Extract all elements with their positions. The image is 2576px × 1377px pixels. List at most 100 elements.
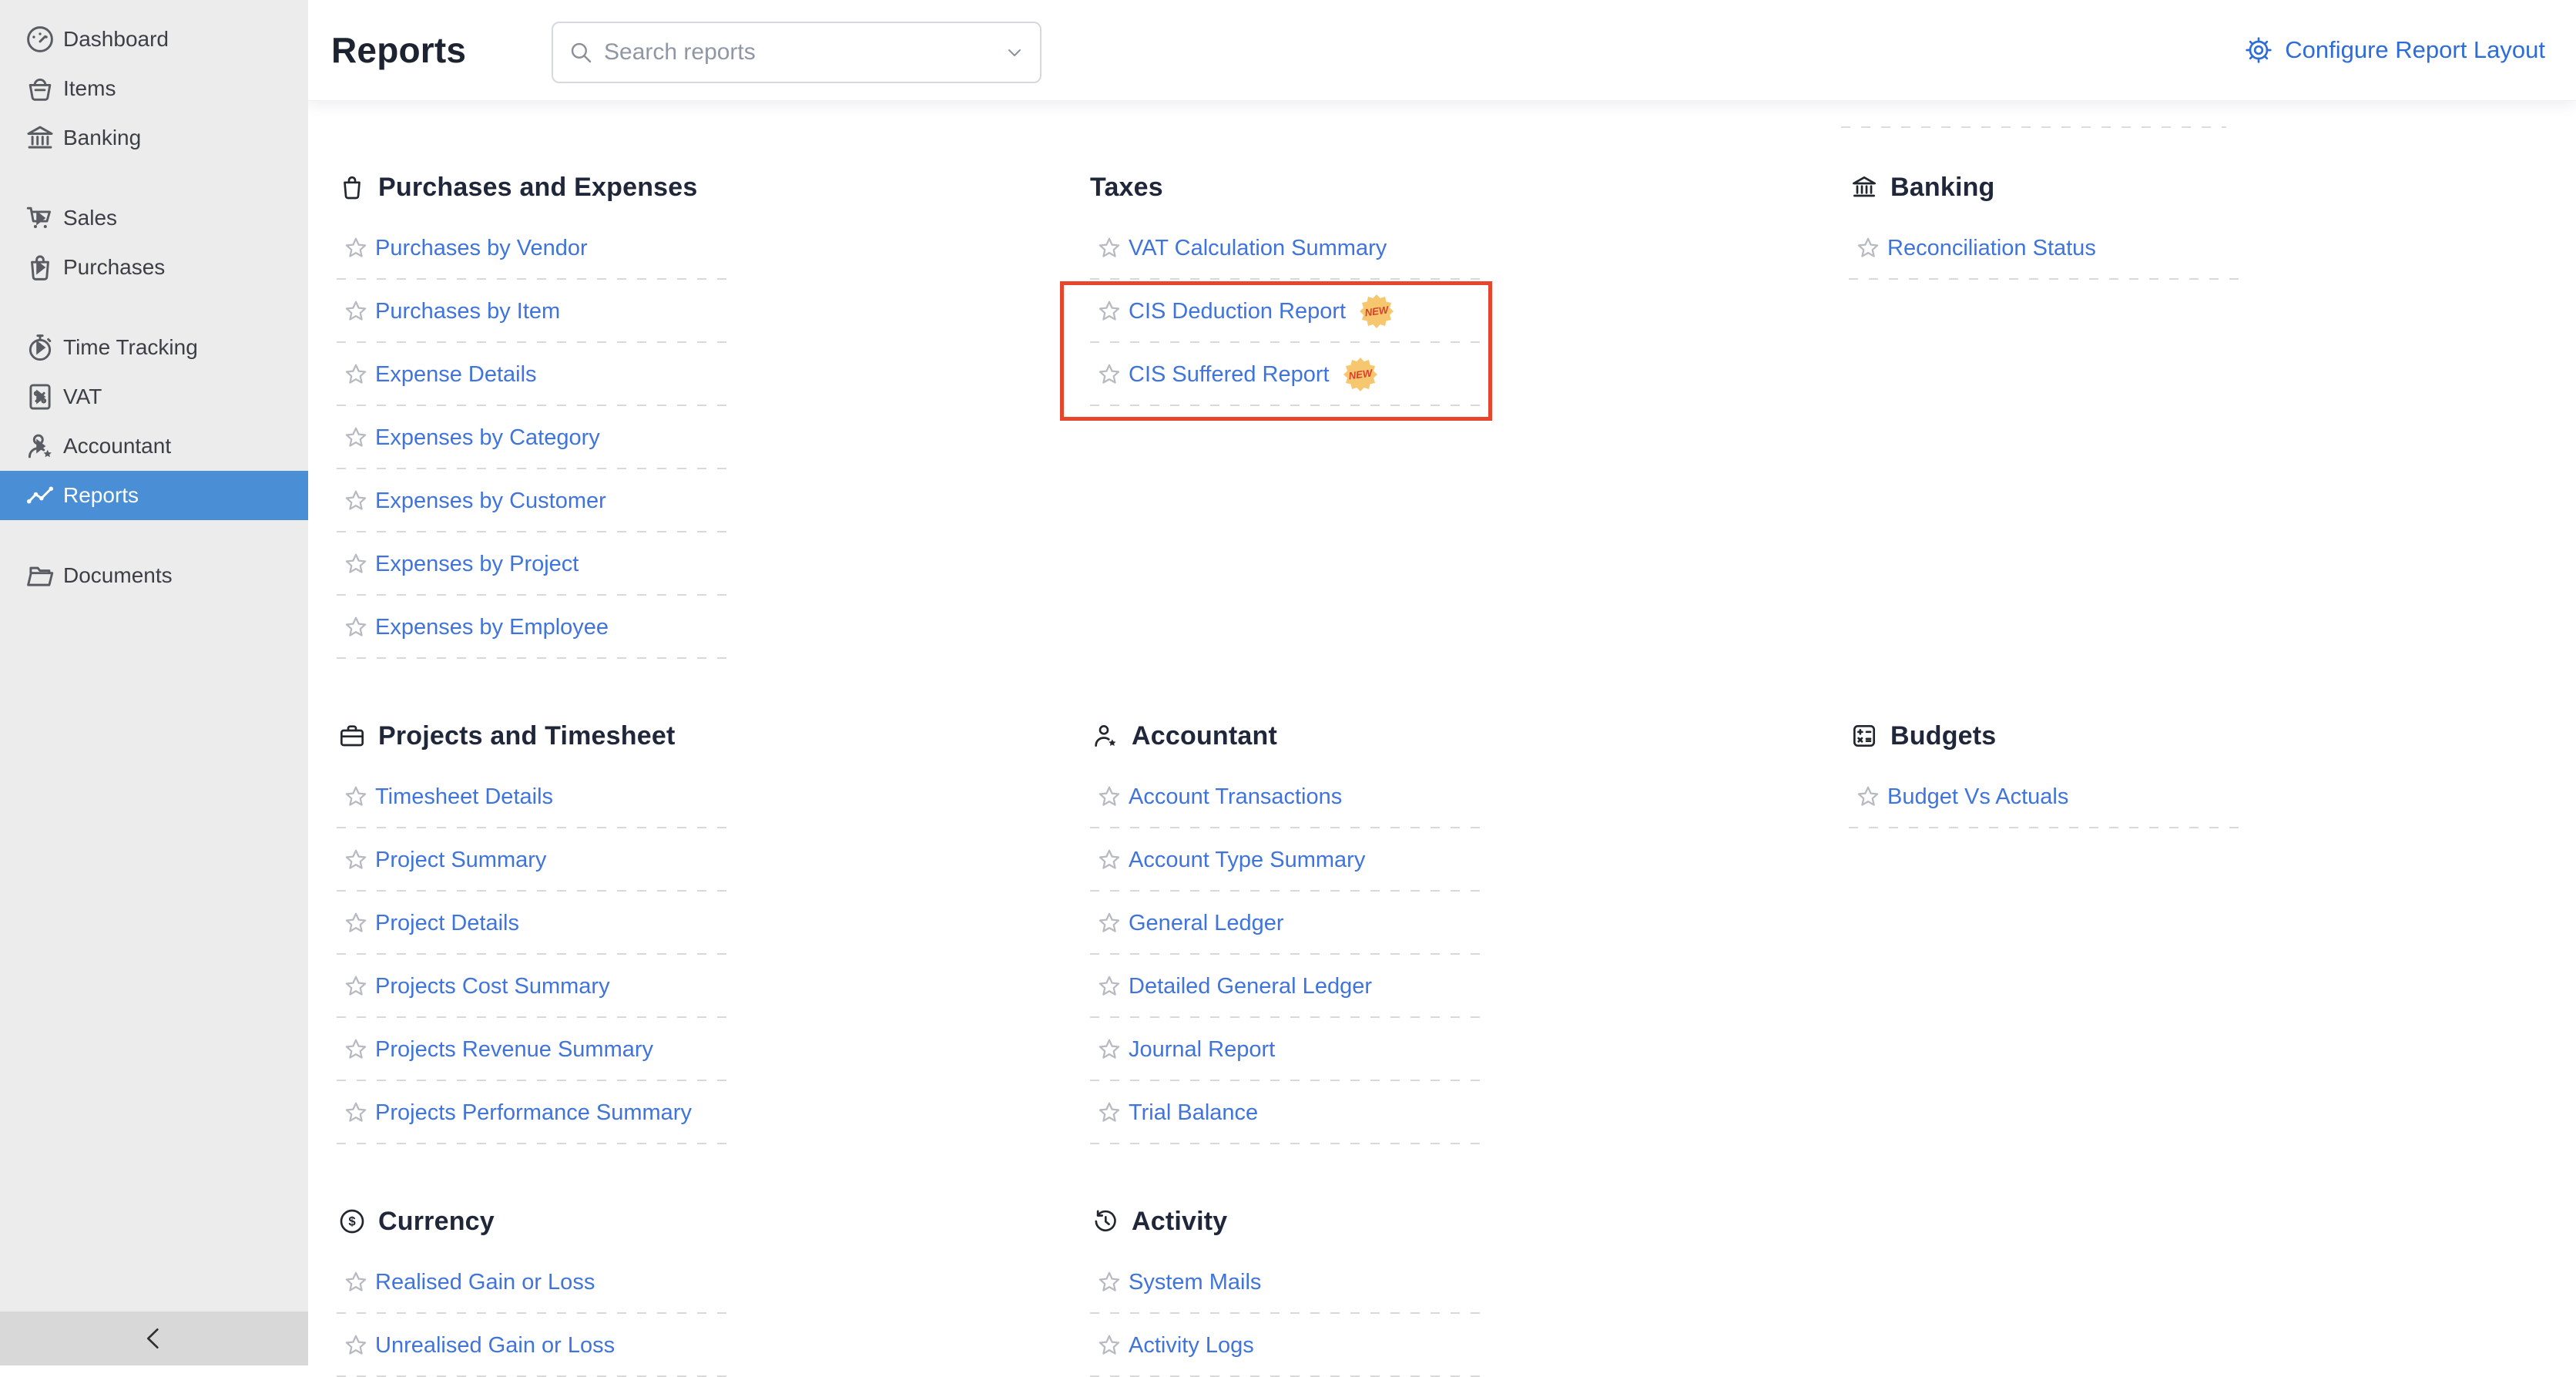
briefcase-icon [337, 720, 367, 751]
report-link-cis-suffered-report[interactable]: CIS Suffered Report [1129, 362, 1330, 388]
favorite-star-icon[interactable] [1855, 784, 1881, 810]
section-header-budgets: Budgets [1849, 714, 2242, 757]
favorite-star-icon[interactable] [1096, 361, 1122, 388]
section-banking: BankingReconciliation Status [1849, 166, 2242, 280]
report-row-projects-cost-summary: Projects Cost Summary [337, 955, 730, 1018]
report-link-cis-deduction-report[interactable]: CIS Deduction Report [1129, 299, 1346, 324]
sidebar-item-purchases[interactable]: Purchases [0, 243, 308, 292]
chevron-down-icon[interactable] [1003, 41, 1026, 64]
report-row-account-transactions: Account Transactions [1090, 765, 1483, 828]
report-link-projects-cost-summary[interactable]: Projects Cost Summary [375, 974, 610, 999]
sidebar-item-accountant[interactable]: Accountant [0, 421, 308, 471]
favorite-star-icon[interactable] [1096, 1036, 1122, 1063]
section-title: Activity [1132, 1207, 1227, 1237]
favorite-star-icon[interactable] [343, 235, 369, 261]
search-input[interactable] [602, 39, 1003, 66]
favorite-star-icon[interactable] [1096, 1269, 1122, 1295]
report-link-activity-logs[interactable]: Activity Logs [1129, 1333, 1254, 1359]
report-row-vat-calculation-summary: VAT Calculation Summary [1090, 217, 1483, 280]
favorite-star-icon[interactable] [343, 425, 369, 451]
favorite-star-icon[interactable] [343, 614, 369, 640]
chevron-right-icon [23, 380, 57, 414]
accountant-icon [1090, 720, 1121, 751]
sidebar-item-reports[interactable]: Reports [0, 471, 308, 520]
favorite-star-icon[interactable] [343, 1100, 369, 1126]
sidebar-item-documents[interactable]: Documents [0, 551, 308, 600]
favorite-star-icon[interactable] [343, 361, 369, 388]
report-link-reconciliation-status[interactable]: Reconciliation Status [1887, 236, 2096, 261]
report-row-purchases-by-vendor: Purchases by Vendor [337, 217, 730, 280]
configure-report-layout-link[interactable]: Configure Report Layout [2243, 0, 2545, 100]
report-link-account-type-summary[interactable]: Account Type Summary [1129, 848, 1365, 873]
report-row-expenses-by-project: Expenses by Project [337, 532, 730, 596]
section-budgets: Budgets Budget Vs Actuals [1849, 714, 2242, 828]
section-header-purchases-and-expenses: Purchases and Expenses [337, 166, 730, 209]
report-link-expenses-by-employee[interactable]: Expenses by Employee [375, 615, 609, 640]
report-link-project-summary[interactable]: Project Summary [375, 848, 546, 873]
report-link-projects-performance-summary[interactable]: Projects Performance Summary [375, 1100, 692, 1126]
row-separator [1090, 405, 1483, 406]
sidebar-item-dashboard[interactable]: Dashboard [0, 15, 308, 64]
report-link-expense-details[interactable]: Expense Details [375, 362, 537, 388]
report-link-realised-gain-or-loss[interactable]: Realised Gain or Loss [375, 1270, 595, 1295]
report-link-expenses-by-category[interactable]: Expenses by Category [375, 425, 600, 451]
favorite-star-icon[interactable] [343, 1036, 369, 1063]
favorite-star-icon[interactable] [1096, 847, 1122, 873]
report-link-budget-vs-actuals[interactable]: Budget Vs Actuals [1887, 784, 2068, 810]
report-link-unrealised-gain-or-loss[interactable]: Unrealised Gain or Loss [375, 1333, 615, 1359]
section-header-activity: Activity [1090, 1200, 1483, 1243]
favorite-star-icon[interactable] [343, 910, 369, 936]
report-link-vat-calculation-summary[interactable]: VAT Calculation Summary [1129, 236, 1387, 261]
favorite-star-icon[interactable] [343, 1269, 369, 1295]
favorite-star-icon[interactable] [343, 847, 369, 873]
report-link-project-details[interactable]: Project Details [375, 911, 519, 936]
report-link-purchases-by-item[interactable]: Purchases by Item [375, 299, 560, 324]
sidebar-item-banking[interactable]: Banking [0, 113, 308, 163]
sidebar-item-label: Time Tracking [63, 335, 198, 360]
favorite-star-icon[interactable] [343, 298, 369, 324]
report-row-cis-deduction-report: CIS Deduction Report NEW [1090, 280, 1483, 343]
report-link-expenses-by-project[interactable]: Expenses by Project [375, 552, 579, 577]
favorite-star-icon[interactable] [1096, 910, 1122, 936]
report-row-general-ledger: General Ledger [1090, 892, 1483, 955]
sidebar-item-label: Dashboard [63, 27, 169, 52]
favorite-star-icon[interactable] [1096, 235, 1122, 261]
report-row-projects-revenue-summary: Projects Revenue Summary [337, 1018, 730, 1081]
report-link-system-mails[interactable]: System Mails [1129, 1270, 1261, 1295]
section-projects-and-timesheet: Projects and TimesheetTimesheet DetailsP… [337, 714, 730, 1144]
favorite-star-icon[interactable] [1096, 1100, 1122, 1126]
report-link-purchases-by-vendor[interactable]: Purchases by Vendor [375, 236, 588, 261]
report-link-general-ledger[interactable]: General Ledger [1129, 911, 1284, 936]
favorite-star-icon[interactable] [343, 973, 369, 999]
report-link-trial-balance[interactable]: Trial Balance [1129, 1100, 1258, 1126]
favorite-star-icon[interactable] [1096, 298, 1122, 324]
favorite-star-icon[interactable] [343, 488, 369, 514]
favorite-star-icon[interactable] [343, 784, 369, 810]
report-link-journal-report[interactable]: Journal Report [1129, 1037, 1275, 1063]
new-badge: NEW [1360, 294, 1394, 328]
favorite-star-icon[interactable] [1096, 1332, 1122, 1359]
report-row-journal-report: Journal Report [1090, 1018, 1483, 1081]
report-link-account-transactions[interactable]: Account Transactions [1129, 784, 1342, 810]
row-separator [337, 657, 730, 659]
sidebar-item-label: Reports [63, 483, 139, 508]
report-link-projects-revenue-summary[interactable]: Projects Revenue Summary [375, 1037, 653, 1063]
favorite-star-icon[interactable] [1096, 784, 1122, 810]
favorite-star-icon[interactable] [343, 551, 369, 577]
new-badge: NEW [1343, 358, 1377, 391]
sidebar-item-label: Sales [63, 206, 117, 230]
sidebar-item-items[interactable]: Items [0, 64, 308, 113]
collapse-sidebar-button[interactable] [0, 1312, 308, 1365]
sidebar-item-time-tracking[interactable]: Time Tracking [0, 323, 308, 372]
sidebar-item-vat[interactable]: VAT [0, 372, 308, 421]
section-accountant: AccountantAccount TransactionsAccount Ty… [1090, 714, 1483, 1144]
favorite-star-icon[interactable] [1096, 973, 1122, 999]
favorite-star-icon[interactable] [343, 1332, 369, 1359]
row-separator [1849, 278, 2242, 280]
report-link-expenses-by-customer[interactable]: Expenses by Customer [375, 489, 606, 514]
report-link-timesheet-details[interactable]: Timesheet Details [375, 784, 553, 810]
report-search-combobox[interactable] [552, 22, 1041, 83]
sidebar-item-sales[interactable]: Sales [0, 193, 308, 243]
favorite-star-icon[interactable] [1855, 235, 1881, 261]
report-link-detailed-general-ledger[interactable]: Detailed General Ledger [1129, 974, 1372, 999]
